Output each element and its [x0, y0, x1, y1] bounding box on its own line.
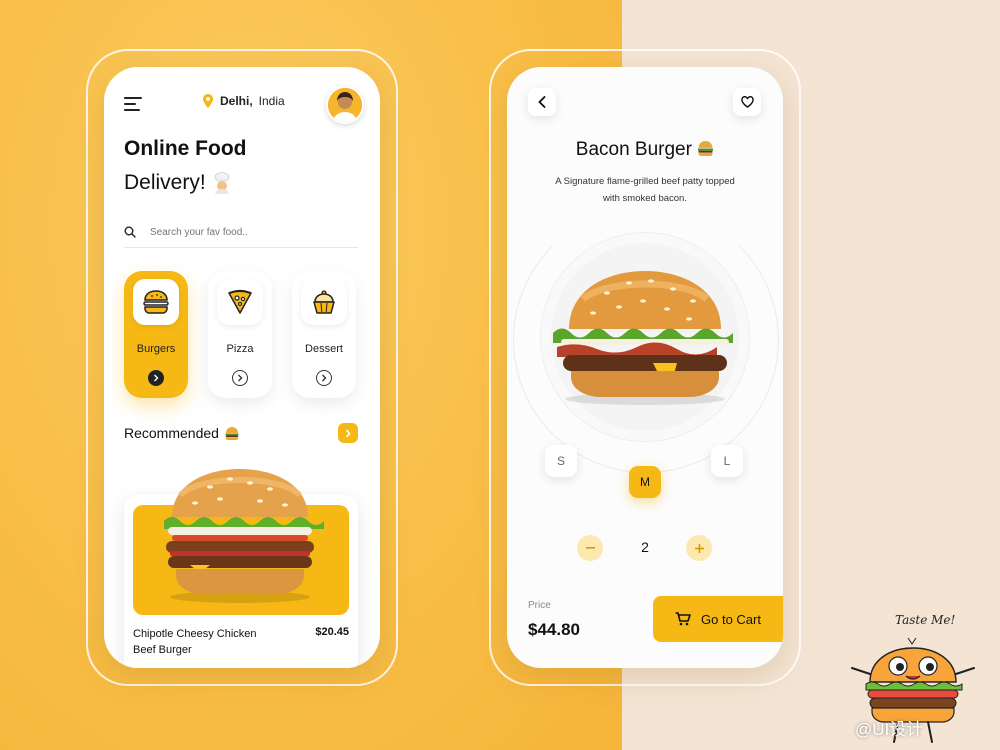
product-title: Bacon Burger [507, 139, 783, 161]
quantity-value: 2 [641, 539, 649, 555]
search-icon [124, 226, 136, 238]
category-dessert[interactable]: Dessert [292, 271, 356, 398]
recommended-more-button[interactable] [338, 423, 358, 443]
back-button[interactable] [528, 88, 556, 116]
avatar[interactable] [326, 86, 364, 124]
cart-icon [675, 612, 691, 626]
favorite-button[interactable] [733, 88, 761, 116]
price-value: $44.80 [528, 620, 580, 639]
location-country: India [258, 94, 285, 108]
food-name: Chipotle Cheesy Chicken Beef Burger [133, 628, 257, 656]
heart-icon [740, 96, 754, 108]
increase-quantity-button[interactable] [686, 535, 712, 561]
search-input[interactable] [148, 225, 342, 239]
category-label: Pizza [226, 343, 254, 355]
decrease-quantity-button[interactable] [577, 535, 603, 561]
home-screen: Delhi, India Online Food Delivery! Searc… [104, 67, 380, 668]
product-description: A Signature flame-grilled beef patty top… [555, 176, 735, 204]
price-label: Price [528, 600, 551, 611]
category-arrow-icon[interactable] [148, 370, 164, 386]
burger-icon [143, 290, 169, 314]
recommended-food-card[interactable]: Chipotle Cheesy Chicken Beef Burger $20.… [124, 469, 358, 668]
category-pizza[interactable]: Pizza [208, 271, 272, 398]
page-subtitle-text: Delivery! [124, 171, 206, 194]
location-pin-icon [203, 94, 213, 108]
go-to-cart-button[interactable]: Go to Cart [653, 596, 783, 642]
location[interactable]: Delhi, India [202, 94, 285, 108]
category-list: Burgers Pizza Dessert [124, 271, 356, 398]
food-price: $20.45 [315, 626, 349, 638]
search-bar[interactable] [124, 217, 358, 248]
size-option-m[interactable]: M [629, 466, 661, 498]
chef-icon [214, 172, 229, 194]
cupcake-icon [313, 290, 335, 314]
page-title: Online Food [124, 137, 247, 160]
detail-screen: Bacon Burger A Signature flame-grilled b… [507, 67, 783, 668]
category-burgers[interactable]: Burgers [124, 271, 188, 398]
burger-emoji-icon [698, 141, 714, 156]
watermark: @UI设计 [855, 720, 924, 739]
recommended-label: Recommended [124, 425, 219, 441]
pizza-icon [228, 290, 252, 314]
size-option-s[interactable]: S [545, 445, 577, 477]
category-label: Burgers [136, 343, 176, 355]
chevron-right-icon [345, 428, 351, 438]
chevron-left-icon [538, 96, 546, 108]
recommended-heading: Recommended [124, 425, 239, 441]
bacon-burger-image [553, 271, 733, 405]
category-label: Dessert [305, 343, 343, 355]
mascot-caption: Taste Me! [895, 613, 956, 627]
burger-image [164, 469, 324, 603]
burger-emoji-icon [225, 426, 239, 440]
product-title-text: Bacon Burger [575, 139, 692, 160]
minus-icon [585, 547, 595, 549]
location-city: Delhi, [220, 94, 253, 108]
page-subtitle: Delivery! [124, 171, 232, 195]
category-arrow-icon[interactable] [316, 370, 332, 386]
go-to-cart-label: Go to Cart [701, 611, 761, 627]
size-option-l[interactable]: L [711, 445, 743, 477]
category-arrow-icon[interactable] [232, 370, 248, 386]
menu-icon[interactable] [124, 97, 142, 111]
plus-icon [694, 543, 704, 553]
